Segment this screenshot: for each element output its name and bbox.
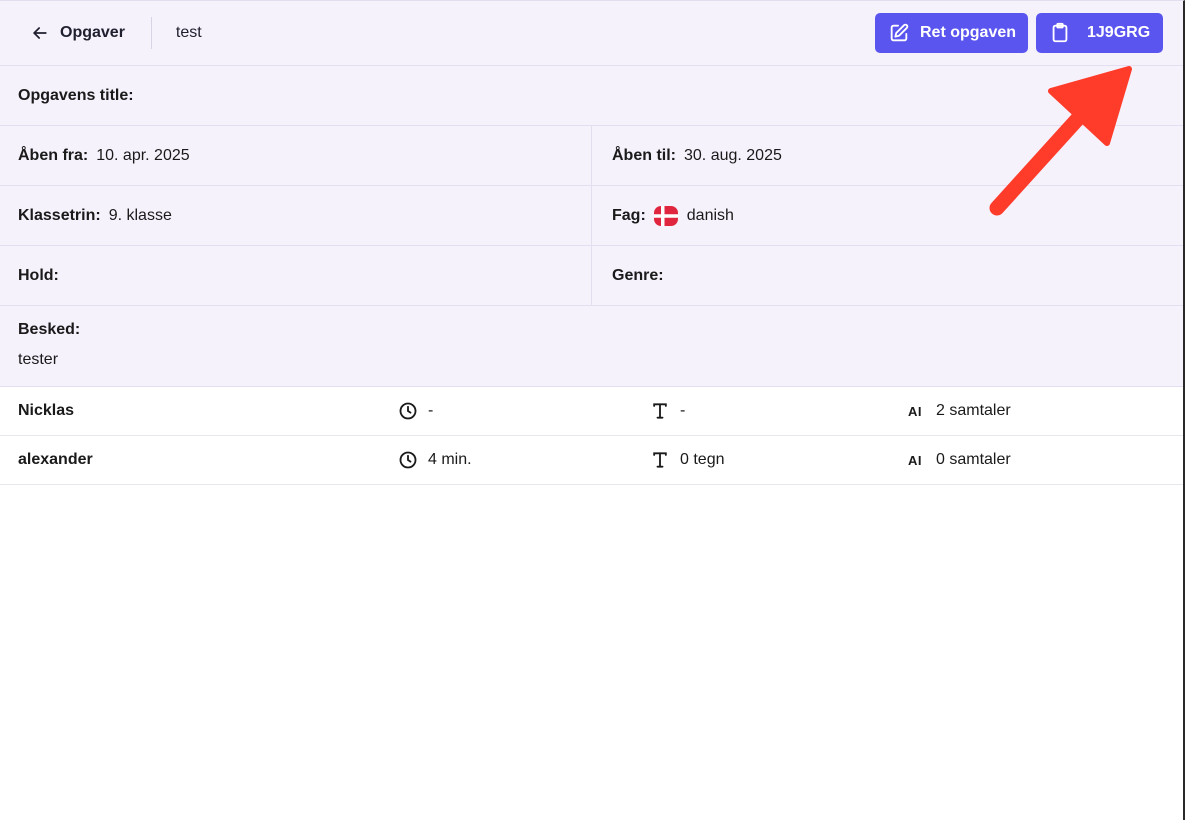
conversations-value: 0 samtaler [936, 451, 1011, 468]
open-from-label: Åben fra: [18, 146, 89, 164]
open-to-label: Åben til: [612, 146, 676, 164]
time-value: 4 min. [428, 451, 472, 468]
subject-label: Fag: [612, 206, 646, 224]
pencil-square-icon [890, 23, 909, 42]
clipboard-icon [1052, 22, 1068, 43]
table-row[interactable]: Nicklas - - AI 2 samtaler [0, 387, 1183, 436]
back-label: Opgaver [60, 24, 125, 41]
task-code: 1J9GRG [1087, 24, 1151, 41]
header-actions: Ret opgaven 1J9GRG [875, 13, 1163, 53]
grade-cell: Klassetrin: 9. klasse [0, 186, 591, 245]
open-from-value: 10. apr. 2025 [96, 146, 190, 164]
chars-stat: 0 tegn [650, 450, 724, 470]
open-to-value: 30. aug. 2025 [684, 146, 782, 164]
copy-code-button[interactable]: 1J9GRG [1036, 13, 1163, 53]
task-name: test [175, 24, 202, 41]
conversations-value: 2 samtaler [936, 402, 1011, 419]
back-to-tasks-link[interactable]: Opgaver [30, 23, 125, 43]
student-list: Nicklas - - AI 2 samtaler alexander 4 mi… [0, 387, 1183, 485]
text-icon [653, 452, 667, 468]
ai-stat: AI 2 samtaler [908, 402, 1011, 420]
denmark-flag-icon [653, 205, 678, 226]
title-cell: Opgavens title: [0, 66, 142, 125]
team-label: Hold: [18, 266, 59, 284]
message-section: Besked: tester [0, 306, 1183, 387]
ai-icon: AI [908, 452, 922, 468]
edit-task-button[interactable]: Ret opgaven [875, 13, 1028, 53]
ai-stat: AI 0 samtaler [908, 451, 1011, 469]
table-row[interactable]: alexander 4 min. 0 tegn AI 0 samtaler [0, 436, 1183, 485]
message-label: Besked: [18, 321, 81, 338]
grade-value: 9. klasse [108, 206, 172, 224]
genre-label: Genre: [612, 266, 664, 284]
ai-icon: AI [908, 403, 922, 419]
clock-icon [399, 402, 417, 420]
chars-value: - [680, 402, 686, 419]
time-value: - [428, 402, 434, 419]
app-frame: Opgaver test Ret opgaven 1J9GRG Opgavens… [0, 0, 1185, 820]
text-icon [653, 403, 667, 419]
clock-icon [399, 451, 417, 469]
genre-cell: Genre: [591, 246, 1183, 305]
time-stat: - [398, 401, 433, 421]
arrow-left-icon [33, 27, 47, 39]
team-genre-row: Hold: Genre: [0, 246, 1183, 306]
edit-task-label: Ret opgaven [920, 24, 1017, 41]
header-divider [150, 17, 152, 49]
title-label: Opgavens title: [18, 86, 134, 104]
open-from-cell: Åben fra: 10. apr. 2025 [0, 126, 591, 185]
team-cell: Hold: [0, 246, 591, 305]
subject-value: danish [686, 206, 734, 224]
chars-value: 0 tegn [680, 451, 725, 468]
student-name: alexander [18, 451, 93, 468]
annotation-arrow-icon [989, 66, 1132, 216]
student-name: Nicklas [18, 402, 75, 419]
grade-label: Klassetrin: [18, 206, 101, 224]
chars-stat: - [650, 401, 685, 421]
time-stat: 4 min. [398, 450, 472, 470]
page-header: Opgaver test Ret opgaven 1J9GRG [0, 1, 1183, 66]
message-value: tester [18, 351, 59, 368]
